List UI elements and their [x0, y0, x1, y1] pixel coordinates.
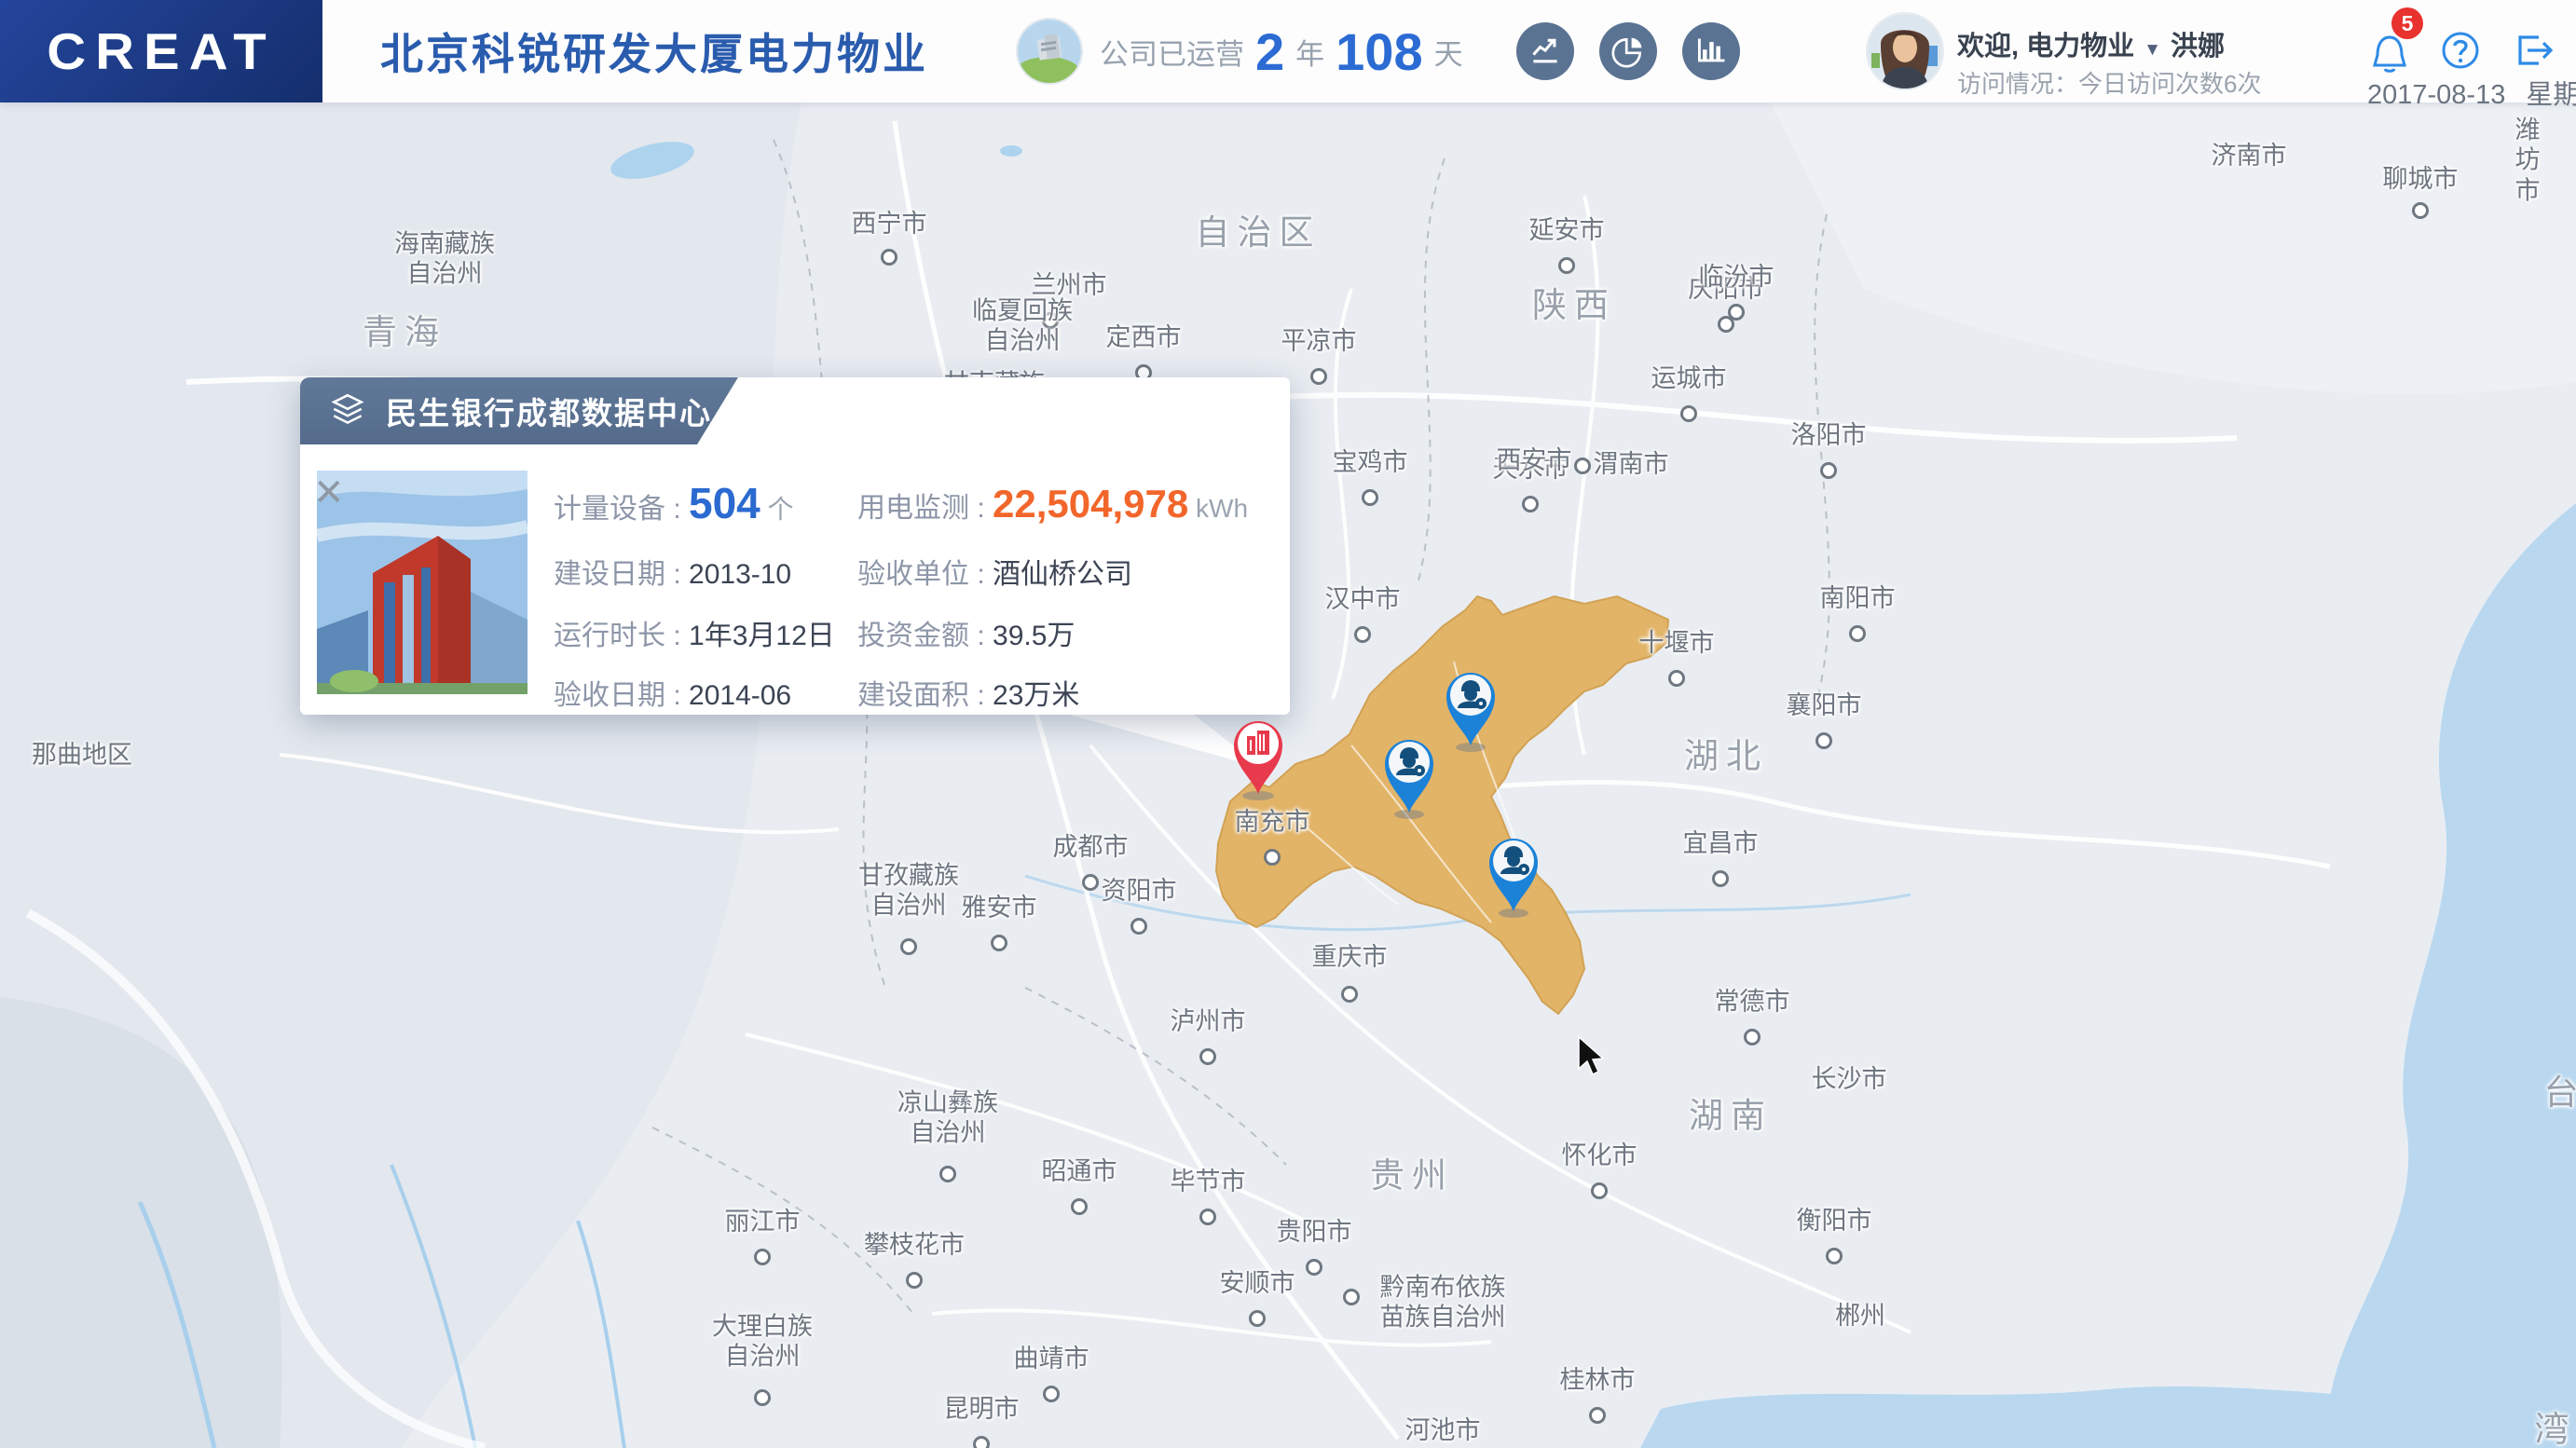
user-avatar[interactable] [1868, 14, 1942, 89]
logo-text: CREAT [47, 22, 276, 80]
worker-pin-blue[interactable] [1437, 663, 1504, 753]
worker-pin-blue[interactable] [1480, 829, 1547, 919]
bars-icon [1697, 38, 1725, 62]
field-power-monitoring: 用电监测 : 22,504,978 kWh [857, 482, 1249, 526]
date-display: 2017-08-13 星期二 [2367, 73, 2576, 112]
help-icon[interactable] [2440, 30, 2481, 71]
popup-title: 民生银行成都数据中心 [386, 396, 712, 430]
field-build-date: 建设日期 : 2013-10 [554, 559, 792, 590]
site-photo [317, 471, 528, 694]
logo: CREAT [0, 0, 322, 102]
operating-days-unit: 天 [1433, 37, 1463, 71]
site-info-popup: 民生银行成都数据中心 ✕ 计量设备 : 504 个 建设日期: 2013-10… [300, 377, 1290, 715]
operating-days: 108 [1336, 21, 1423, 81]
operating-label: 公司已运营 [1100, 37, 1244, 71]
logout-icon[interactable] [2513, 30, 2555, 71]
worker-pin-blue[interactable] [1376, 731, 1443, 820]
trend-view-button[interactable] [1516, 22, 1574, 80]
field-accept-unit: 验收单位 : 酒仙桥公司 [857, 559, 1133, 590]
mouse-cursor [1578, 1036, 1605, 1076]
trend-icon [1532, 38, 1557, 63]
popup-banner: 民生银行成都数据中心 [300, 377, 738, 444]
pie-icon [1611, 37, 1642, 68]
chevron-down-icon[interactable]: ▼ [2144, 40, 2161, 60]
welcome-text: 欢迎, 电力物业 [1957, 32, 2135, 61]
field-accept-date: 验收日期 : 2014-06 [554, 680, 792, 711]
layers-icon [328, 391, 367, 430]
site-pin-red[interactable] [1225, 712, 1292, 801]
popup-close-icon[interactable]: ✕ [313, 474, 345, 512]
user-name: 洪娜 [2170, 32, 2225, 61]
company-building-thumb [1018, 20, 1081, 83]
weekday-text: 星期二 [2526, 80, 2576, 110]
page-title: 北京科锐研发大厦电力物业 [380, 30, 928, 78]
dashboard-root: 西宁市海南藏族 自治州青海自治区兰州市临夏回族 自治州定西市甘南藏族 自治州果洛… [0, 0, 2576, 1448]
bar-view-button[interactable] [1682, 22, 1740, 80]
operating-stats: 公司已运营 2 年 108 天 [1100, 0, 1463, 102]
visit-status: 访问情况：今日访问次数6次 [1957, 70, 2262, 98]
operating-years-unit: 年 [1295, 37, 1325, 71]
operating-years: 2 [1255, 21, 1285, 81]
field-run-duration: 运行时长 : 1年3月12日 [554, 621, 835, 651]
notification-badge: 5 [2391, 7, 2423, 39]
field-investment: 投资金额 : 39.5万 [857, 621, 1076, 651]
date-text: 2017-08-13 [2367, 80, 2506, 110]
top-header: CREAT 北京科锐研发大厦电力物业 公司已运营 2 年 108 天 欢迎, 电… [0, 0, 2576, 110]
user-menu[interactable]: 欢迎, 电力物业 ▼ 洪娜 [1957, 24, 2225, 63]
pie-view-button[interactable] [1599, 22, 1657, 80]
field-area: 建设面积 : 23万米 [857, 680, 1080, 711]
field-metering-devices: 计量设备 : 504 个 [554, 479, 794, 527]
building-photo-icon [1018, 20, 1081, 83]
